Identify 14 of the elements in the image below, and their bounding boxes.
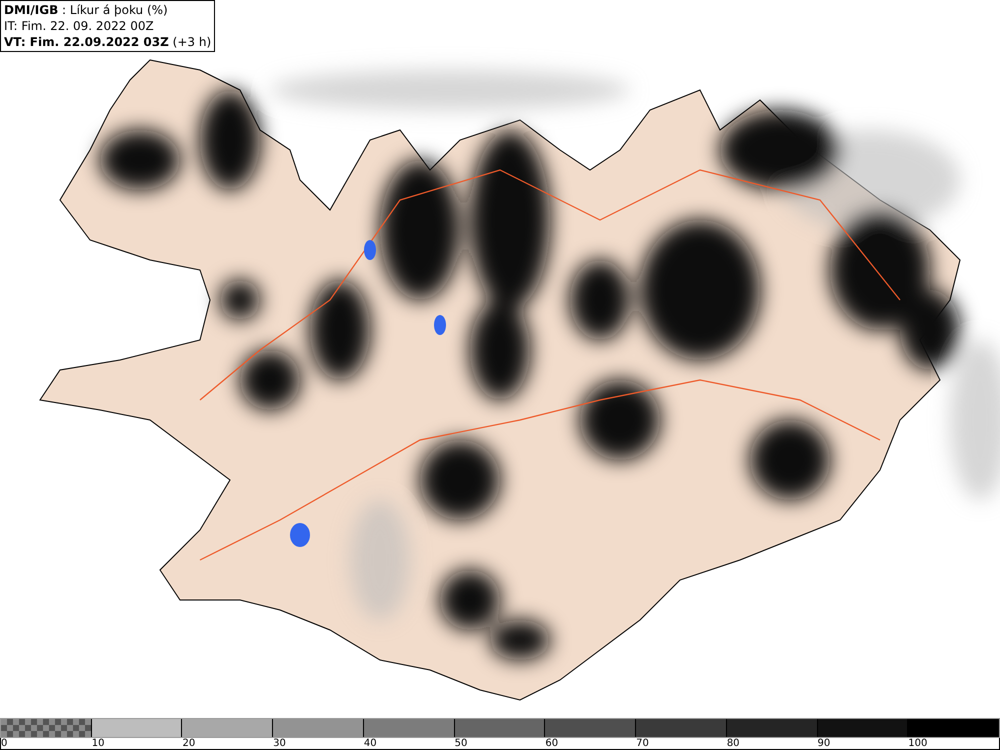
scale-tick-label: 60: [545, 738, 558, 749]
scale-tick-label: 30: [273, 738, 286, 749]
scale-tick-label: 100: [908, 738, 928, 749]
scale-tick-label: 50: [454, 738, 468, 749]
scale-tick-label: 40: [364, 738, 377, 749]
scale-tick-label: 0: [1, 738, 8, 749]
scale-tick-label: 90: [818, 738, 830, 749]
scale-tick-label: 10: [92, 738, 104, 749]
issue-time: IT: Fim. 22. 09. 2022 00Z: [4, 18, 155, 34]
map-title: DMI/IGB : Líkur á þoku (%): [4, 2, 169, 18]
scale-tick-label: 80: [726, 738, 740, 749]
scale-tick-label: 20: [182, 738, 196, 749]
valid-time: VT: Fim. 22.09.2022 03Z (+3 h): [4, 34, 212, 50]
scale-tick-label: 70: [636, 738, 649, 749]
